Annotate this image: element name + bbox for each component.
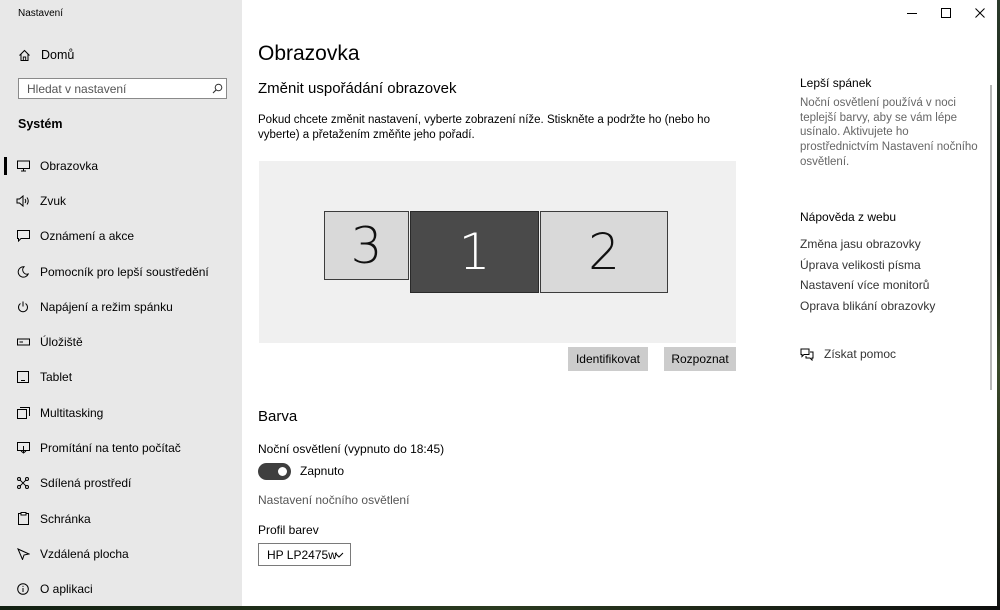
sidebar-item-sdilena[interactable]: Sdílená prostředí: [0, 466, 242, 501]
minimize-icon: [907, 13, 917, 14]
close-icon: [975, 8, 985, 18]
maximize-button[interactable]: [929, 0, 963, 26]
monitor-number: 1: [458, 223, 491, 281]
color-profile-value: HP LP2475w: [267, 547, 337, 562]
page-title: Obrazovka: [258, 42, 360, 65]
web-help-title: Nápověda z webu: [800, 210, 897, 224]
remote-desktop-icon: [16, 547, 30, 561]
sidebar-item-label: Úložiště: [40, 335, 83, 350]
color-profile-label: Profil barev: [258, 523, 319, 537]
arrange-title: Změnit uspořádání obrazovek: [258, 80, 457, 97]
monitor-icon: [16, 159, 30, 173]
monitor-1[interactable]: 1: [410, 211, 539, 293]
monitor-3[interactable]: 3: [324, 211, 409, 280]
home-label: Domů: [41, 48, 75, 62]
sidebar-item-label: Napájení a režim spánku: [40, 299, 173, 314]
night-light-toggle[interactable]: [258, 462, 291, 480]
tablet-icon: [16, 370, 30, 384]
sidebar-item-schranka[interactable]: Schránka: [0, 501, 242, 536]
sidebar-item-label: Multitasking: [40, 405, 104, 420]
multitasking-icon: [16, 406, 30, 420]
better-sleep-text: Noční osvětlení používá v noci teplejší …: [800, 97, 978, 168]
shared-icon: [16, 476, 30, 490]
power-icon: [16, 300, 30, 314]
better-sleep-title: Lepší spánek: [800, 76, 872, 90]
sidebar-item-promitani[interactable]: Promítání na tento počítač: [0, 430, 242, 465]
sidebar-item-uloziste[interactable]: Úložiště: [0, 324, 242, 359]
monitor-number: 2: [588, 223, 620, 281]
sidebar-item-label: Schránka: [40, 511, 91, 526]
sidebar-item-label: O aplikaci: [40, 582, 93, 597]
scrollbar[interactable]: [990, 85, 992, 390]
app-title: Nastavení: [18, 8, 64, 19]
sidebar-item-multitasking[interactable]: Multitasking: [0, 395, 242, 430]
night-light-label: Noční osvětlení (vypnuto do 18:45): [258, 442, 445, 456]
get-help-link[interactable]: Získat pomoc: [800, 347, 896, 361]
window-controls: [895, 0, 997, 26]
sidebar-item-soustredeni[interactable]: Pomocník pro lepší soustředění: [0, 254, 242, 289]
sidebar-nav: Obrazovka Zvuk Oznámení a akce Pomocník …: [0, 148, 242, 606]
sidebar: Nastavení Domů Systém Ob: [0, 0, 242, 606]
chat-help-icon: [800, 348, 814, 361]
night-light-toggle-row: Zapnuto: [258, 461, 344, 481]
help-link-font-size[interactable]: Úprava velikosti písma: [800, 258, 921, 272]
notification-icon: [16, 229, 30, 243]
sidebar-item-label: Tablet: [40, 370, 73, 385]
get-help-label: Získat pomoc: [824, 347, 897, 361]
maximize-icon: [941, 8, 951, 18]
close-button[interactable]: [963, 0, 997, 26]
sidebar-item-tablet[interactable]: Tablet: [0, 360, 242, 395]
chevron-down-icon: [334, 552, 344, 558]
toggle-knob: [278, 466, 287, 476]
monitor-arrangement-area: 3 1 2: [259, 161, 736, 343]
identify-button[interactable]: Identifikovat: [568, 347, 648, 371]
storage-icon: [16, 335, 30, 349]
projecting-icon: [16, 441, 30, 455]
speaker-icon: [16, 194, 30, 208]
sidebar-item-label: Promítání na tento počítač: [40, 441, 181, 456]
info-icon: [16, 582, 30, 596]
sidebar-item-label: Obrazovka: [40, 158, 99, 173]
sidebar-item-obrazovka[interactable]: Obrazovka: [0, 148, 242, 183]
sidebar-item-zvuk[interactable]: Zvuk: [0, 183, 242, 218]
desktop-background-bottom: [0, 606, 1000, 610]
search-box[interactable]: [18, 78, 227, 99]
sidebar-item-label: Vzdálená plocha: [40, 546, 129, 561]
home-icon: [19, 49, 30, 61]
settings-window: Nastavení Domů Systém Ob: [0, 0, 997, 606]
sidebar-item-vzdalena[interactable]: Vzdálená plocha: [0, 536, 242, 571]
help-link-flicker[interactable]: Oprava blikání obrazovky: [800, 299, 935, 313]
sidebar-item-label: Zvuk: [40, 193, 67, 208]
help-link-brightness[interactable]: Změna jasu obrazovky: [800, 237, 921, 251]
sidebar-item-label: Oznámení a akce: [40, 229, 135, 244]
home-link[interactable]: Domů: [18, 45, 74, 65]
sidebar-item-napajeni[interactable]: Napájení a režim spánku: [0, 289, 242, 324]
toggle-state-label: Zapnuto: [300, 464, 345, 478]
sidebar-item-o-aplikaci[interactable]: O aplikaci: [0, 572, 242, 606]
help-link-multi-monitor[interactable]: Nastavení více monitorů: [800, 278, 929, 292]
detect-button[interactable]: Rozpoznat: [664, 347, 736, 371]
monitor-2[interactable]: 2: [540, 211, 668, 293]
color-profile-select[interactable]: HP LP2475w: [258, 543, 351, 566]
arrange-description: Pokud chcete změnit nastavení, vyberte z…: [258, 114, 710, 141]
moon-icon: [16, 265, 30, 279]
sidebar-item-oznameni[interactable]: Oznámení a akce: [0, 219, 242, 254]
color-section-title: Barva: [258, 408, 298, 425]
search-icon[interactable]: [208, 83, 226, 94]
monitor-number: 3: [350, 216, 383, 275]
sidebar-item-label: Sdílená prostředí: [40, 476, 132, 491]
search-input[interactable]: [19, 80, 208, 97]
night-light-settings-link[interactable]: Nastavení nočního osvětlení: [258, 493, 409, 507]
section-title-system: Systém: [18, 117, 63, 131]
minimize-button[interactable]: [895, 0, 929, 26]
clipboard-icon: [16, 512, 30, 526]
sidebar-item-label: Pomocník pro lepší soustředění: [40, 264, 209, 279]
